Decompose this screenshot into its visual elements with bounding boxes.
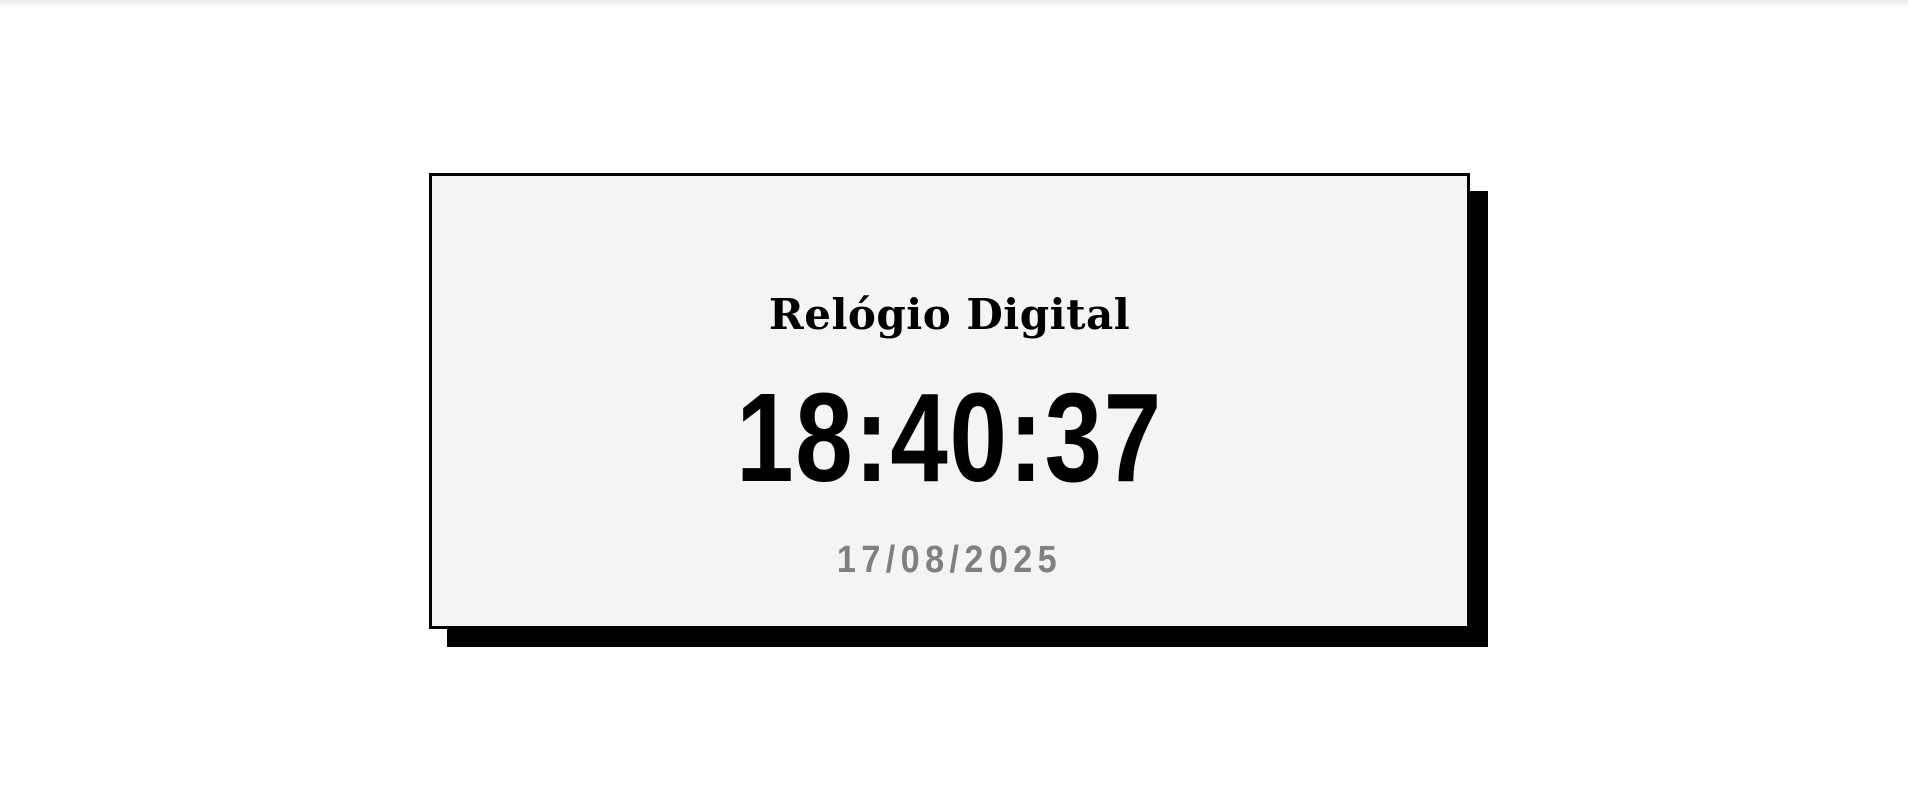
page-top-shadow [0, 0, 1908, 8]
current-time: 18:40:37 [736, 367, 1163, 508]
current-date: 17/08/2025 [836, 539, 1063, 581]
digital-clock-card: Relógio Digital 18:40:37 17/08/2025 [429, 173, 1470, 629]
clock-title: Relógio Digital [768, 290, 1131, 340]
